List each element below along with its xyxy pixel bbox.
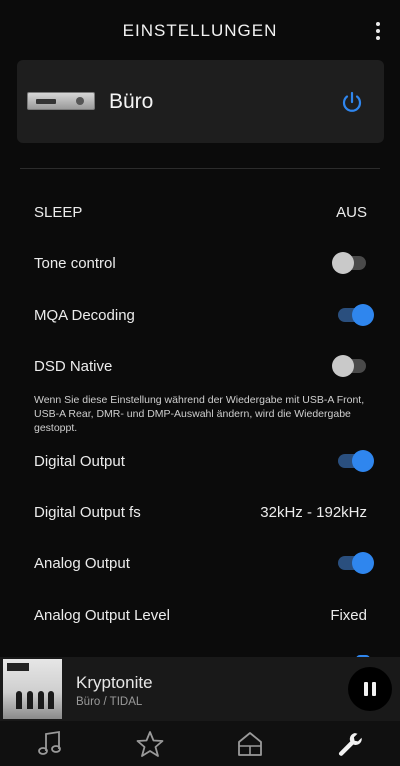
device-name: Büro	[109, 90, 154, 113]
mini-player[interactable]: Kryptonite Büro / TIDAL	[0, 657, 400, 721]
tone-control-toggle[interactable]	[332, 252, 374, 274]
nav-item-settings[interactable]	[300, 721, 400, 766]
music-note-icon	[38, 730, 61, 755]
setting-label: SLEEP	[34, 203, 83, 221]
setting-row-mqa-decoding: MQA Decoding	[0, 295, 400, 335]
nav-item-home[interactable]	[200, 721, 300, 766]
wrench-icon	[338, 732, 362, 756]
setting-value: AUS	[336, 203, 367, 221]
setting-label: DSD Native	[34, 357, 113, 375]
album-art	[3, 659, 62, 719]
audio-device-image	[27, 92, 95, 110]
more-vert-icon[interactable]	[370, 20, 386, 42]
star-icon	[136, 730, 164, 757]
track-title: Kryptonite	[76, 673, 153, 692]
home-icon	[238, 731, 262, 756]
pause-icon[interactable]	[348, 667, 392, 711]
setting-row-dsd-native: DSD Native	[0, 346, 400, 386]
setting-row-sleep[interactable]: SLEEP AUS	[0, 192, 400, 232]
nav-item-favorites[interactable]	[100, 721, 200, 766]
setting-row-analog-output-level[interactable]: Analog Output Level Fixed	[0, 595, 400, 635]
track-subtitle: Büro / TIDAL	[76, 696, 143, 708]
setting-row-tone-control: Tone control	[0, 243, 400, 283]
page-title: EINSTELLUNGEN	[122, 21, 278, 40]
digital-output-toggle[interactable]	[332, 450, 374, 472]
setting-label: Analog Output	[34, 554, 130, 572]
section-divider	[20, 168, 380, 169]
bottom-nav	[0, 721, 400, 766]
power-icon[interactable]	[340, 90, 364, 114]
analog-output-toggle[interactable]	[332, 552, 374, 574]
mqa-decoding-toggle[interactable]	[332, 304, 374, 326]
setting-label: Digital Output	[34, 452, 125, 470]
setting-row-digital-output-fs[interactable]: Digital Output fs 32kHz - 192kHz	[0, 492, 400, 532]
dsd-native-toggle[interactable]	[332, 355, 374, 377]
device-card[interactable]: Büro	[17, 60, 384, 143]
setting-value: Fixed	[330, 606, 367, 624]
setting-label: MQA Decoding	[34, 306, 135, 324]
setting-row-digital-output: Digital Output	[0, 441, 400, 481]
setting-label: Digital Output fs	[34, 503, 141, 521]
setting-label: Tone control	[34, 254, 116, 272]
nav-item-music[interactable]	[0, 721, 100, 766]
setting-label: Analog Output Level	[34, 606, 170, 624]
setting-row-analog-output: Analog Output	[0, 543, 400, 583]
app-header: EINSTELLUNGEN	[0, 0, 400, 62]
setting-value: 32kHz - 192kHz	[260, 503, 367, 521]
dsd-native-note: Wenn Sie diese Einstellung während der W…	[34, 394, 365, 434]
